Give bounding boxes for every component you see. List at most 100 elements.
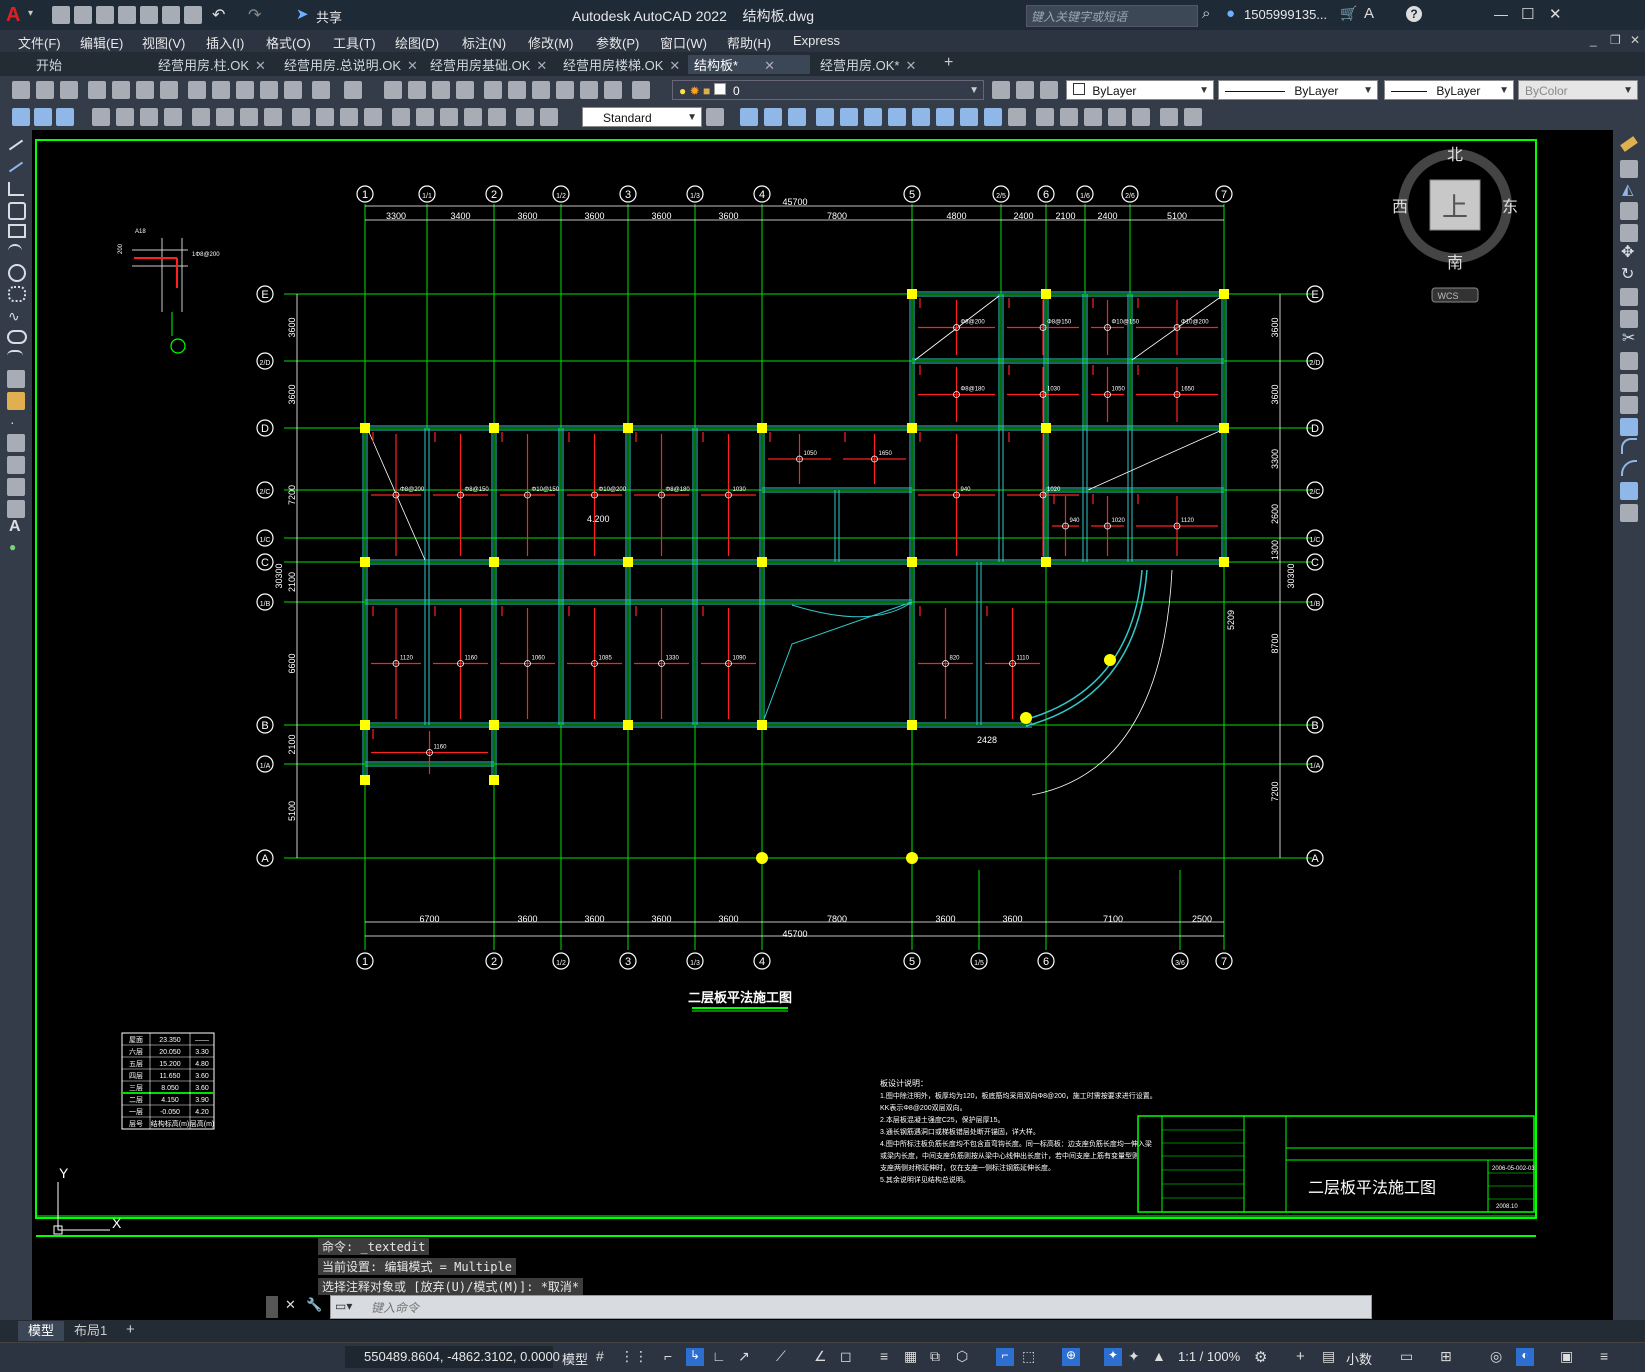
menu-file[interactable]: 文件(F) [18,33,61,52]
menu-edit[interactable]: 编辑(E) [80,33,123,52]
print-icon[interactable] [88,81,106,99]
undo-icon[interactable]: ↶ [212,5,225,25]
annotation-monitor-icon[interactable]: + [1296,1348,1314,1366]
binoculars-search-icon[interactable]: ⌕ [1202,5,1210,22]
autocad-logo-icon[interactable]: A [6,4,28,26]
infer-constraints-icon[interactable]: ⌐ [664,1348,682,1366]
close-button[interactable]: ✕ [1549,5,1562,23]
user-icon[interactable]: ● [1226,5,1235,22]
zoom-previous-icon[interactable] [456,81,474,99]
diameter-icon[interactable] [164,108,182,126]
tab-stairs[interactable]: 经营用房楼梯.OK ✕ [557,55,686,74]
add-selected-icon[interactable]: ● [9,540,16,554]
se-iso-icon[interactable] [912,108,930,126]
doc-close-icon[interactable]: ✕ [1630,33,1640,47]
gizmo-icon[interactable]: ⊕ [1062,1348,1080,1366]
new-layout-button[interactable]: + [126,1321,135,1338]
chamfer-icon[interactable] [1621,438,1637,454]
undo-toolbar-icon[interactable] [312,81,330,99]
radius-icon[interactable] [116,108,134,126]
ne-iso-icon[interactable] [936,108,954,126]
arc-length-icon[interactable] [56,108,74,126]
redo-icon[interactable]: ↷ [248,5,261,25]
menu-modify[interactable]: 修改(M) [528,33,574,52]
annotation-scale-icon[interactable]: ▲ [1152,1348,1170,1366]
inspection-icon[interactable] [392,108,410,126]
tab-foundation[interactable]: 经营用房基础.OK ✕ [424,55,553,74]
jogged-icon[interactable] [140,108,158,126]
menu-view[interactable]: 视图(V) [142,33,185,52]
ellipse-arc-icon[interactable] [7,350,23,362]
new-file-icon[interactable] [52,6,70,24]
command-line[interactable]: ▭▾ 键入命令 [330,1295,1372,1319]
tolerance-icon[interactable] [340,108,358,126]
tab-close-icon[interactable]: ✕ [536,58,547,73]
isodraft-icon[interactable]: ⟋ [776,1348,794,1366]
auto-scale-icon[interactable]: ✦ [1128,1348,1146,1366]
polygon-icon[interactable] [8,202,26,220]
dim-edit-icon[interactable] [440,108,458,126]
move-icon[interactable]: ✥ [1621,242,1634,262]
text-style-dropdown[interactable]: Standard ▼ [582,107,702,127]
view-front-icon[interactable] [840,108,858,126]
open-web-icon[interactable] [140,6,158,24]
model-space-button[interactable]: 模型 [562,1349,588,1368]
linetype-dropdown[interactable]: ByLayer ▼ [1218,80,1378,100]
lock-ui-icon[interactable]: ⊞ [1440,1348,1458,1366]
tab-business-room[interactable]: 经营用房.OK* ✕ [814,55,922,74]
properties-icon[interactable] [484,81,502,99]
viewcube-east[interactable]: 东 [1502,198,1518,216]
layout-tab-model[interactable]: 模型 [18,1321,65,1341]
color-dropdown[interactable]: ByLayer ▼ [1066,80,1214,100]
ucs-origin-icon[interactable] [1160,108,1178,126]
ucs-world-icon[interactable] [1036,108,1054,126]
tab-structure-slab[interactable]: 结构板* ✕ [688,55,810,74]
copy-icon[interactable] [212,81,230,99]
command-grip[interactable] [266,1296,278,1318]
units-icon[interactable]: ▤ [1322,1348,1340,1366]
share-label[interactable]: 共享 [316,7,342,26]
dim-break-icon[interactable] [316,108,334,126]
maximize-button[interactable]: ☐ [1521,5,1534,23]
tool-palettes-icon[interactable] [532,81,550,99]
erase-icon[interactable] [1620,136,1638,152]
ordinate-icon[interactable] [92,108,110,126]
ortho-icon[interactable]: ∟ [712,1348,730,1366]
coordinates[interactable]: 550489.8604, -4862.3102, 0.0000 [364,1349,560,1364]
redo-toolbar-icon[interactable] [344,81,362,99]
help-icon[interactable]: ? [1406,6,1422,22]
open-file-icon[interactable] [74,6,92,24]
view-left-icon[interactable] [788,108,806,126]
layer-dropdown[interactable]: ● ✹ ■ 0 ▼ [672,80,984,100]
polyline-icon[interactable] [8,182,24,196]
point-icon[interactable]: · [10,414,15,430]
sheet-set-icon[interactable] [556,81,574,99]
tab-column[interactable]: 经营用房.柱.OK ✕ [152,55,272,74]
revision-cloud-icon[interactable] [8,286,26,302]
user-name[interactable]: 1505999135... [1244,7,1327,22]
spline-icon[interactable]: ∿ [8,308,20,325]
dynamic-ucs-icon[interactable]: ⌐ [996,1348,1014,1366]
view-back-icon[interactable] [864,108,882,126]
selection-filter-icon[interactable]: ⬚ [1022,1348,1040,1366]
layout-tab-layout1[interactable]: 布局1 [66,1321,115,1341]
drawing-canvas[interactable]: 45700 3300 3400 3600 3600 3600 3600 7800 4800 240… [32,130,1613,1320]
make-current-layer-icon[interactable] [1016,81,1034,99]
continue-icon[interactable] [264,108,282,126]
workspace-gear-icon[interactable]: ⚙ [1254,1348,1272,1366]
doc-restore-icon[interactable]: ❐ [1610,33,1621,47]
search-box[interactable]: 键入关键字或短语 [1026,5,1198,27]
viewcube[interactable]: 上 北 南 东 西 WCS [1392,146,1518,303]
print-preview-icon[interactable] [112,81,130,99]
viewcube-west[interactable]: 西 [1392,199,1408,216]
view-right-icon[interactable] [816,108,834,126]
menu-express[interactable]: Express [793,33,840,48]
3d-publish-icon[interactable] [160,81,178,99]
tab-close-icon[interactable]: ✕ [669,58,680,73]
menu-tools[interactable]: 工具(T) [333,33,376,52]
dynamic-input-icon[interactable]: ↳ [686,1348,704,1366]
center-mark-icon[interactable] [364,108,382,126]
annotation-scale-value[interactable]: 1:1 / 100% [1178,1349,1240,1364]
dim-space-icon[interactable] [292,108,310,126]
autodesk-a360-icon[interactable]: A [1364,5,1374,22]
